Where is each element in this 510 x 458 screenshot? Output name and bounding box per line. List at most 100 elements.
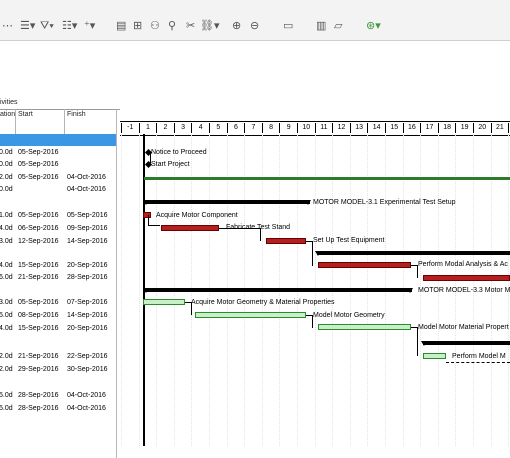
link-line-dashed [446,362,510,363]
cell-dur: 3.0d [0,238,13,245]
pin-icon[interactable]: ⚲ [168,19,176,33]
cell-start: 15-Sep-2016 [18,325,59,332]
scissors-icon[interactable]: ✂ [186,19,195,33]
col-finish: Finish [67,111,86,118]
wbs-summary-bar[interactable] [145,200,310,204]
bar-perform-model[interactable] [423,353,446,359]
gridline [121,134,122,446]
bar-material[interactable] [318,324,411,330]
col-activities: ivities [0,99,18,106]
label-wbs-33: MOTOR MODEL-3.3 Motor Model [418,287,510,294]
wbs34-start-marker [421,341,427,346]
cell-dur: 6.0d [0,274,13,281]
cell-dur: 3.0d [0,299,13,306]
cell-start: 06-Sep-2016 [18,225,59,232]
cell-finish: 14-Sep-2016 [67,238,108,245]
filter-icon[interactable]: ⛛▾ [40,19,54,33]
cell-start: 05-Sep-2016 [18,161,59,168]
gantt-icon[interactable]: ⊞ [133,19,142,33]
page-icon[interactable]: ▭ [283,19,293,33]
timescale-tick: 13 [349,123,368,133]
cell-finish: 05-Sep-2016 [67,212,108,219]
col-separator[interactable] [15,109,16,134]
wbs34-summary-bar[interactable] [423,341,510,345]
cell-start: 05-Sep-2016 [18,299,59,306]
cell-start: 29-Sep-2016 [18,366,59,373]
cell-dur: 1.0d [0,212,13,219]
bar-geometry[interactable] [143,299,185,305]
wbs33-start-marker [143,288,149,293]
label-model-geometry: Model Motor Geometry [313,312,385,319]
wbs-summary-bar-2[interactable] [317,251,510,255]
link-line [411,327,418,356]
cell-start: 05-Sep-2016 [18,212,59,219]
cell-finish: 04-Oct-2016 [67,186,106,193]
col-duration: ation [0,111,16,118]
timescale-tick: 6 [226,123,245,133]
bar-modal-2[interactable] [423,275,510,281]
label-modal: Perform Modal Analysis & Ac [418,261,508,268]
cell-start: 05-Sep-2016 [18,149,59,156]
bar-setup[interactable] [266,238,306,244]
wbs2-start-marker [315,251,321,256]
label-geometry: Acquire Motor Geometry & Material Proper… [191,299,335,306]
timescale-tick: 3 [173,123,192,133]
timescale-tick: 16 [402,123,421,133]
toolbar: ⋯ ☰▾ ⛛▾ ☷▾ ⁺▾ ▤ ⊞ ⚇ ⚲ ✂ ⛓▾ ⊕ ⊖ ▭ ▥ ▱ ⊛▾ [0,0,510,41]
bar-model-geometry[interactable] [195,312,306,318]
cell-dur: 5.0d [0,405,13,412]
cell-finish: 04-Oct-2016 [67,174,106,181]
cell-dur: 4.0d [0,325,13,332]
undo-icon[interactable]: ⋯ [2,19,13,33]
project-summary-bar[interactable] [144,177,510,180]
zoom-in-icon[interactable]: ⊕ [232,19,241,33]
cell-finish: 28-Sep-2016 [67,274,108,281]
header-divider [0,109,120,110]
cell-dur: 0.0d [0,161,13,168]
timescale-tick: 7 [244,123,262,133]
link-line [148,215,150,225]
label-setup: Set Up Test Equipment [313,237,385,244]
chart-icon[interactable]: ▤ [116,19,126,33]
dropdown-icon[interactable]: ⁺▾ [84,19,95,33]
cell-dur: 2.0d [0,366,13,373]
link-line [150,153,151,163]
outline-icon[interactable]: ☰▾ [20,19,35,33]
cell-start: 21-Sep-2016 [18,274,59,281]
gridline [138,134,140,446]
timescale-tick: 17 [420,123,438,133]
help-icon[interactable]: ⊛▾ [366,19,381,33]
timescale-tick: 12 [332,123,350,133]
network-icon[interactable]: ⚇ [150,19,160,33]
cell-dur: 4.0d [0,225,13,232]
col-separator[interactable] [64,109,65,134]
timescale-tick: 9 [279,123,297,133]
link-icon[interactable]: ⛓▾ [200,19,220,33]
zoom-out-icon[interactable]: ⊖ [250,19,259,33]
cell-finish: 04-Oct-2016 [67,405,106,412]
bar-fabricate[interactable] [161,225,219,231]
cell-start: 12-Sep-2016 [18,238,59,245]
timescale-tick: 10 [297,123,315,133]
grid-gantt-splitter[interactable] [116,109,117,458]
timescale-tick: 11 [314,123,333,133]
label-material: Model Motor Material Propert [418,324,509,331]
cell-start: 05-Sep-2016 [18,174,59,181]
bar-modal[interactable] [318,262,411,268]
cell-finish: 20-Sep-2016 [67,262,108,269]
link-line [306,315,313,328]
cell-finish: 22-Sep-2016 [67,353,108,360]
wbs33-summary-bar[interactable] [145,288,412,292]
link-line [219,228,261,241]
cell-finish: 04-Oct-2016 [67,392,106,399]
wbs-end-marker [305,200,311,205]
cell-start: 15-Sep-2016 [18,262,59,269]
cell-finish: 20-Sep-2016 [67,325,108,332]
layout-icon[interactable]: ▥ [316,19,326,33]
group-icon[interactable]: ☷▾ [62,19,77,33]
timescale-tick: 8 [261,123,280,133]
label-notice: Notice to Proceed [151,149,207,156]
label-start-project: Start Project [151,161,190,168]
selected-row[interactable] [0,134,116,146]
comment-icon[interactable]: ▱ [334,19,342,33]
